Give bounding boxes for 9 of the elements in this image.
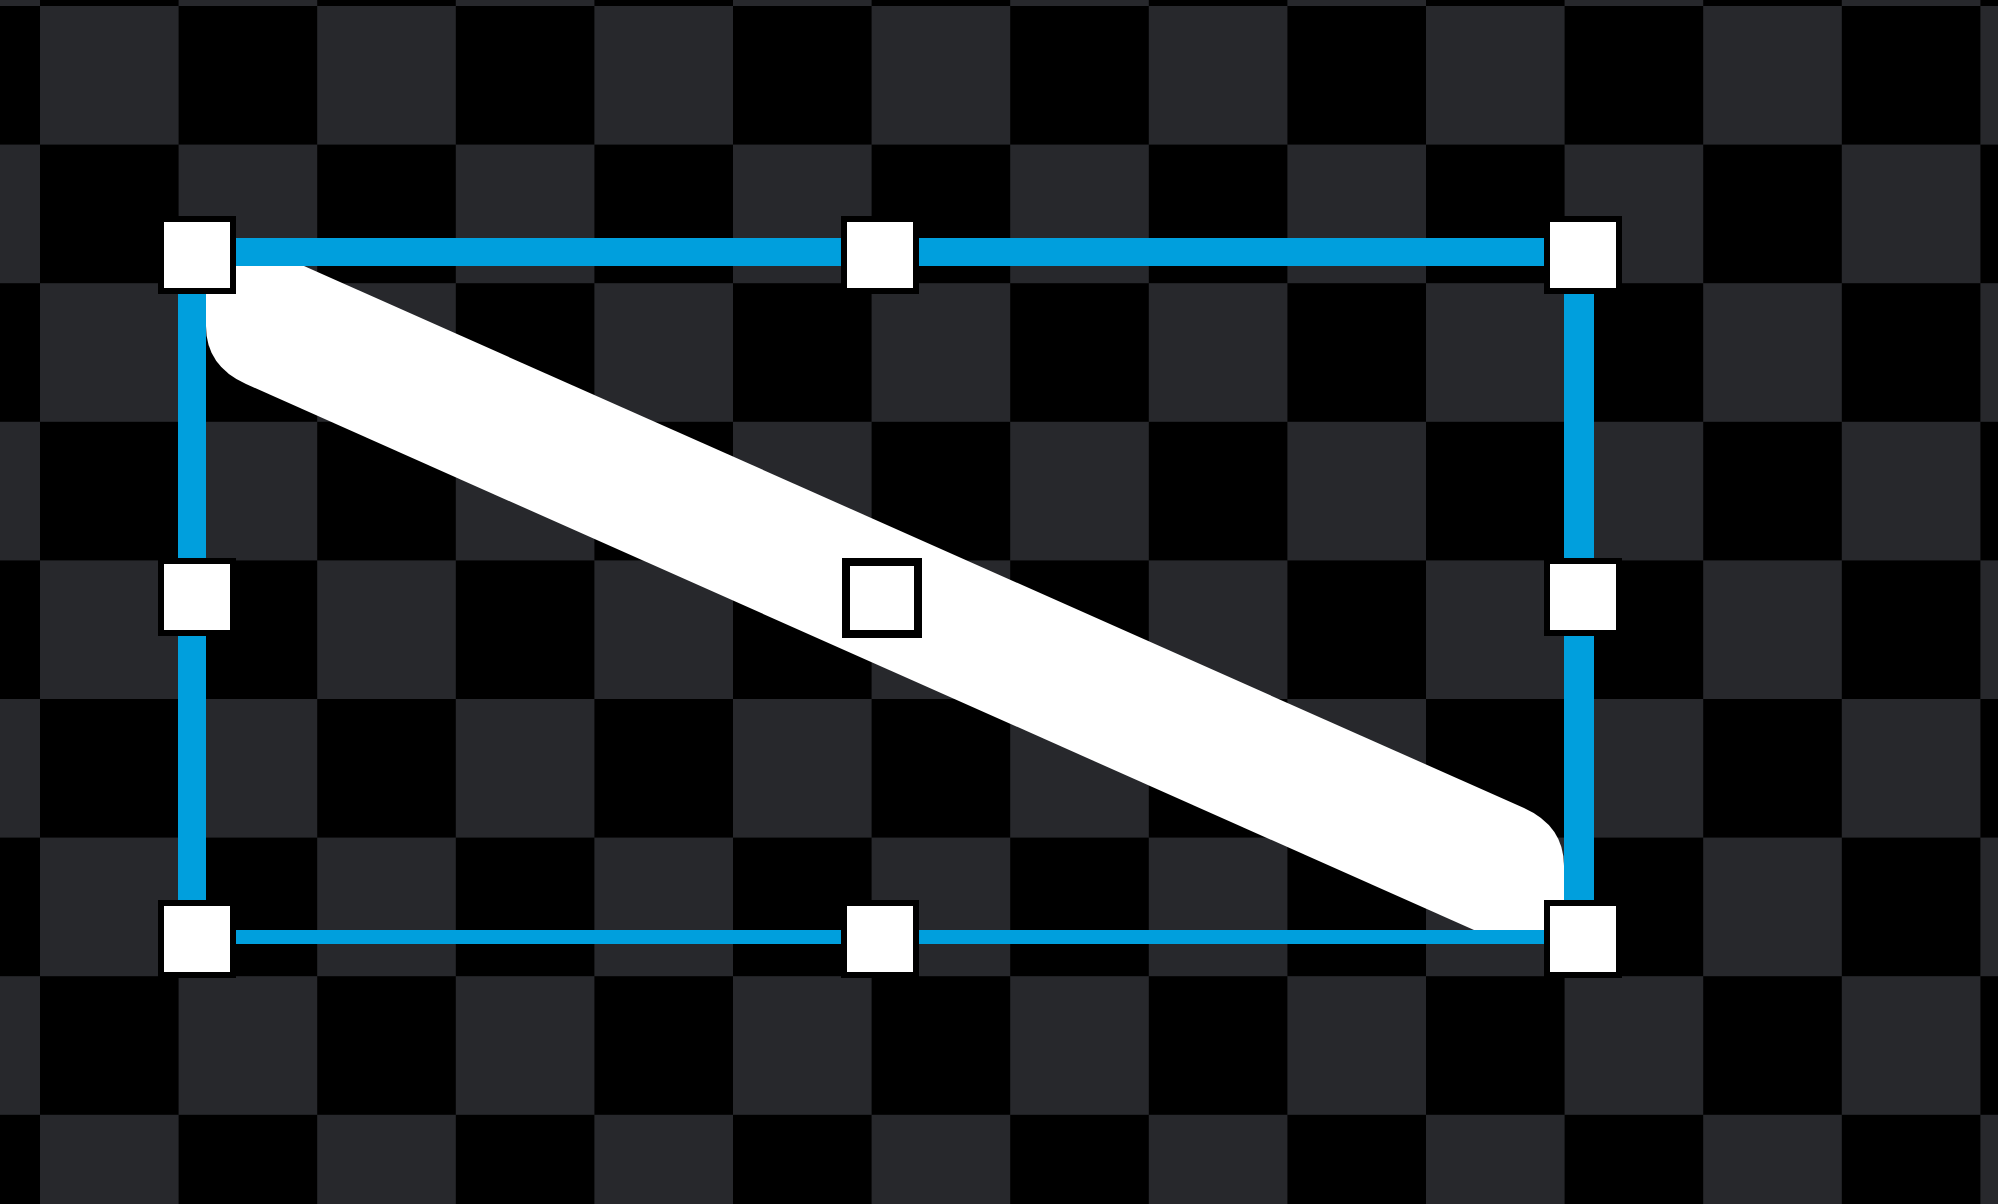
resize-handle[interactable] — [1544, 216, 1622, 294]
resize-handle[interactable] — [158, 216, 236, 294]
resize-handle[interactable] — [158, 558, 236, 636]
resize-handle[interactable] — [1544, 558, 1622, 636]
resize-handle[interactable] — [841, 900, 919, 978]
resize-handle[interactable] — [1544, 900, 1622, 978]
resize-handle[interactable] — [841, 216, 919, 294]
center-handle[interactable] — [842, 558, 922, 638]
resize-handle[interactable] — [158, 900, 236, 978]
